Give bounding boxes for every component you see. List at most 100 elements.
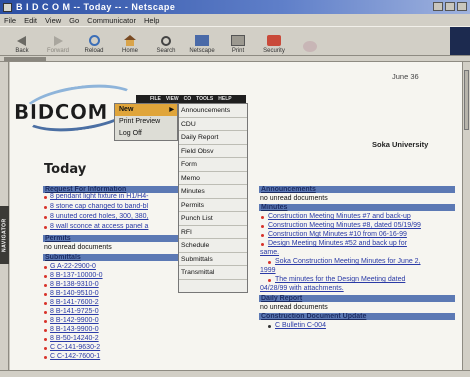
new-schedule[interactable]: Schedule [179,239,247,253]
submittal-link-6[interactable]: 8 B-141-9725-0 [50,308,99,315]
menu-edit[interactable]: Edit [24,16,37,25]
daily-report-header[interactable]: Daily Report [259,295,455,302]
submittal-link-1[interactable]: G A-22-2900-0 [50,263,96,270]
security-button[interactable]: Security [256,27,292,56]
page-content: June 36 BIDCOM FILE VIEW CO TOOLS HELP S… [10,62,462,370]
new-minutes[interactable]: Minutes [179,185,247,199]
minutes-link-3[interactable]: Construction Mgt Minutes #10 from 06-16-… [268,231,407,238]
file-menu-print-preview[interactable]: Print Preview [115,116,177,128]
minutes-link-4[interactable]: Design Meeting Minutes #52 and back up f… [268,240,407,247]
file-menu-log-off[interactable]: Log Off [115,128,177,140]
print-button[interactable]: Print [220,27,256,56]
netscape-throbber-icon [450,27,470,55]
new-daily-report[interactable]: Daily Report [179,131,247,145]
top-menu-file[interactable]: FILE [150,96,161,102]
rfi-link-4[interactable]: 8 wall sconce at access panel a [50,223,184,230]
rfi-link-3[interactable]: 8 unuted cored holes, 300, 380, [50,213,184,220]
file-menu-new[interactable]: New ▶ [115,104,177,116]
bookmarks-tab[interactable] [4,57,46,61]
submittal-link-3[interactable]: 8 B-138-9310-0 [50,281,99,288]
forward-label: Forward [46,48,69,54]
announcements-header[interactable]: Announcements [259,186,455,193]
stop-button[interactable] [292,27,328,56]
vertical-scrollbar[interactable] [462,62,470,370]
bullet-icon [268,279,271,282]
rfi-link-2[interactable]: 8 stone cap changed to band-bl [50,203,184,210]
submittal-link-10[interactable]: C C-141-9630-2 [50,344,100,351]
home-button[interactable]: Home [112,27,148,56]
menu-go[interactable]: Go [69,16,79,25]
menu-file[interactable]: File [4,16,16,25]
bullet-icon [44,206,47,209]
bullet-icon [44,338,47,341]
rfi-link-1[interactable]: 8 pendant light fixture in H1/H4- [50,193,184,200]
menu-communicator[interactable]: Communicator [87,16,136,25]
bullet-icon [44,311,47,314]
minutes-link-5-cont[interactable]: 1999 [260,267,276,274]
forward-button[interactable]: Forward [40,27,76,56]
bullet-icon [268,325,271,328]
submittal-link-11[interactable]: C C-142-7600-1 [50,353,100,360]
stop-icon [303,41,317,52]
top-menu-co[interactable]: CO [184,96,192,102]
bullet-icon [44,266,47,269]
new-announcements[interactable]: Announcements [179,104,247,118]
submittal-link-4[interactable]: 8 B-140-9510-0 [50,290,99,297]
reload-icon [88,35,100,46]
submittal-link-2[interactable]: 8 B-137-10000-0 [50,272,103,279]
new-submittals[interactable]: Submittals [179,253,247,266]
top-menu-tools[interactable]: TOOLS [196,96,213,102]
minutes-link-1[interactable]: Construction Meeting Minutes #7 and back… [268,213,411,220]
minutes-link-2[interactable]: Construction Meeting Minutes #8, dated 0… [268,222,421,229]
bullet-icon [44,347,47,350]
status-bar [0,370,470,377]
cdu-header[interactable]: Construction Document Update [259,313,455,320]
new-form[interactable]: Form [179,158,247,172]
submittal-link-5[interactable]: 8 B-141-7600-2 [50,299,99,306]
minutes-link-5[interactable]: Soka Construction Meeting Minutes for Ju… [275,258,421,265]
menu-view[interactable]: View [45,16,61,25]
new-punch-list[interactable]: Punch List [179,212,247,226]
bullet-icon [261,225,264,228]
new-rfi[interactable]: RFI [179,226,247,239]
window-titlebar: B I D C O M -- Today -- - Netscape [0,0,470,14]
close-button[interactable] [457,2,467,11]
rfi-header[interactable]: Request For Information [43,186,185,193]
netscape-button[interactable]: Netscape [184,27,220,56]
bullet-icon [268,261,271,264]
submittal-link-9[interactable]: 8 B-50-14240-2 [50,335,99,342]
top-menu-help[interactable]: HELP [218,96,231,102]
cdu-link-1[interactable]: C Bulletin C-004 [275,322,326,329]
submittal-link-8[interactable]: 8 B-143-9900-0 [50,326,99,333]
netscape-icon [195,35,209,46]
reload-button[interactable]: Reload [76,27,112,56]
search-button[interactable]: Search [148,27,184,56]
forward-icon [51,35,65,46]
minimize-button[interactable] [433,2,443,11]
maximize-button[interactable] [445,2,455,11]
daily-report-status: no unread documents [260,304,328,311]
submittal-link-7[interactable]: 8 B-142-9900-0 [50,317,99,324]
minutes-link-4-cont[interactable]: same. [260,249,279,256]
minutes-header[interactable]: Minutes [259,204,455,211]
back-label: Back [15,48,29,54]
back-button[interactable]: Back [4,27,40,56]
menu-help[interactable]: Help [144,16,159,25]
permits-header[interactable]: Permits [43,235,185,242]
menubar: File Edit View Go Communicator Help [0,14,470,26]
security-label: Security [263,48,285,54]
new-memo[interactable]: Memo [179,172,247,185]
reload-label: Reload [84,48,104,54]
new-permits[interactable]: Permits [179,199,247,212]
announcements-status: no unread documents [260,195,328,202]
new-field-obsv[interactable]: Field Obsv [179,145,247,158]
scrollbar-thumb[interactable] [464,70,469,130]
new-cdu[interactable]: CDU [179,118,247,131]
minutes-link-6[interactable]: The minutes for the Design Meeting dated [275,276,405,283]
submittals-header[interactable]: Submittals [43,254,185,261]
new-transmittal[interactable]: Transmittal [179,266,247,280]
bullet-icon [44,216,47,219]
navigator-side-tab[interactable]: NAVIGATOR [0,62,9,370]
top-menu-view[interactable]: VIEW [166,96,179,102]
minutes-link-6-cont[interactable]: 04/28/99 with attachments. [260,285,344,292]
